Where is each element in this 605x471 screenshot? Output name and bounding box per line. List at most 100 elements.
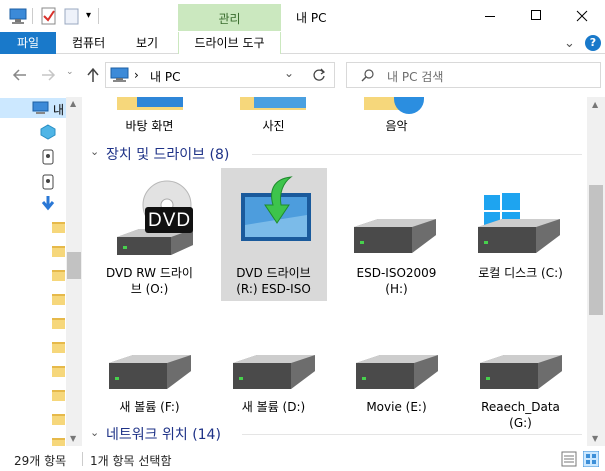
item-label: Reaech_Data (G:) <box>481 400 560 430</box>
folder-icon[interactable] <box>52 390 65 401</box>
drive-item-volume-d[interactable]: 새 볼륨 (D:) <box>221 315 326 415</box>
tab-manage[interactable]: 관리 <box>178 4 281 31</box>
nav-item-label: 내 <box>53 103 65 117</box>
item-label: 바탕 화면 <box>125 119 174 133</box>
address-separator[interactable]: › <box>134 68 139 82</box>
help-icon[interactable]: ? <box>585 35 601 51</box>
group-header-devices[interactable]: 장치 및 드라이브 (8) <box>106 144 229 164</box>
drive-item-local-disk-c[interactable]: 로컬 디스크 (C:) <box>468 175 573 301</box>
large-icons-view-icon[interactable] <box>583 451 599 467</box>
item-label: (R:) ESD-ISO <box>236 282 311 296</box>
minimize-icon <box>485 16 495 17</box>
folder-icon[interactable] <box>52 318 65 329</box>
folder-icon[interactable] <box>52 366 65 377</box>
drive-item-volume-f[interactable]: 새 볼륨 (F:) <box>97 315 202 415</box>
item-label: DVD 드라이브 <box>236 266 311 280</box>
hard-drive-icon <box>233 355 315 389</box>
drive-item-dvd-esd-iso[interactable]: DVD 드라이브 (R:) ESD-ISO <box>221 175 326 301</box>
collapse-group-icon[interactable]: ⌄ <box>90 145 99 158</box>
tab-view[interactable]: 보기 <box>126 32 168 54</box>
address-bar[interactable]: › 내 PC ⌄ <box>105 62 335 88</box>
maximize-icon <box>531 10 541 20</box>
navigation-pane: 내 ▲ ▼ <box>0 97 82 446</box>
computer-icon <box>110 67 129 82</box>
tab-computer[interactable]: 컴퓨터 <box>62 32 115 54</box>
item-label: 새 볼륨 (D:) <box>241 400 306 414</box>
close-icon <box>576 10 588 22</box>
divider <box>242 434 582 435</box>
new-folder-icon[interactable] <box>64 7 80 25</box>
expand-ribbon-icon[interactable]: ⌄ <box>564 36 575 51</box>
nav-scroll-thumb[interactable] <box>67 252 81 279</box>
computer-icon <box>32 101 49 114</box>
scroll-up-icon[interactable]: ▲ <box>592 100 598 109</box>
folder-icon[interactable] <box>52 270 65 281</box>
status-selected: 1개 항목 선택함 <box>90 454 172 468</box>
refresh-button[interactable] <box>304 62 335 88</box>
divider <box>32 8 33 24</box>
scroll-up-icon[interactable]: ▲ <box>70 99 76 108</box>
status-item-count: 29개 항목 <box>14 454 67 468</box>
item-label: (H:) <box>385 282 408 296</box>
folder-icon[interactable] <box>52 294 65 305</box>
divider <box>98 8 99 24</box>
collapse-group-icon[interactable]: ⌄ <box>90 426 99 439</box>
content-scroll-thumb[interactable] <box>589 185 603 315</box>
content-scrollbar[interactable]: ▲ ▼ <box>587 97 605 446</box>
explorer-window: ▾ 관리 내 PC 파일 컴퓨터 보기 드라이브 도구 ⌄ ? ⌄ › 내 PC… <box>0 0 605 471</box>
hard-drive-icon <box>480 355 562 389</box>
drive-item-movie-e[interactable]: Movie (E:) <box>344 315 449 415</box>
recent-locations-icon[interactable]: ⌄ <box>66 67 74 77</box>
drive-item-esd-iso2009[interactable]: ESD-ISO2009 (H:) <box>344 175 449 301</box>
folder-icon[interactable] <box>52 342 65 353</box>
address-path[interactable]: 내 PC <box>150 68 180 85</box>
title-bar: ▾ 관리 내 PC <box>0 0 605 32</box>
item-label: DVD RW 드라이 <box>106 266 193 280</box>
folder-icon[interactable] <box>52 246 65 257</box>
scroll-down-icon[interactable]: ▼ <box>592 434 598 443</box>
back-arrow-icon[interactable] <box>12 68 28 82</box>
desktop-folder-icon[interactable] <box>117 97 183 112</box>
folder-icon[interactable] <box>52 414 65 425</box>
item-label: Movie (E:) <box>366 400 427 414</box>
camera-device-icon[interactable] <box>40 173 56 191</box>
hard-drive-icon <box>354 219 436 253</box>
pictures-folder-icon[interactable] <box>240 97 306 112</box>
forward-arrow-icon[interactable] <box>40 68 56 82</box>
divider <box>252 154 582 155</box>
up-arrow-icon[interactable] <box>86 67 100 83</box>
ribbon-tabs: 파일 컴퓨터 보기 드라이브 도구 ⌄ ? <box>0 32 605 54</box>
folder-icon[interactable] <box>52 222 65 233</box>
close-button[interactable] <box>559 0 605 32</box>
drive-item-dvd-rw[interactable]: DVD DVD RW 드라이 브 (O:) <box>97 175 202 301</box>
details-view-icon[interactable] <box>561 451 577 467</box>
tab-file[interactable]: 파일 <box>0 32 56 54</box>
group-header-network[interactable]: 네트워크 위치 (14) <box>106 424 221 444</box>
item-label: 로컬 디스크 (C:) <box>478 266 563 280</box>
navigation-bar: ⌄ › 내 PC ⌄ 내 PC 검색 <box>0 55 605 97</box>
nav-item-this-pc[interactable]: 내 <box>0 98 66 118</box>
group-title: 장치 및 드라이브 <box>106 147 206 163</box>
minimize-button[interactable] <box>467 0 513 32</box>
content-pane: 바탕 화면 사진 음악 ⌄ 장치 및 드라이브 (8) DVD DVD RW 드… <box>82 97 587 446</box>
search-placeholder: 내 PC 검색 <box>387 70 444 84</box>
customize-quick-access-icon[interactable]: ▾ <box>86 10 91 21</box>
search-box[interactable]: 내 PC 검색 <box>346 62 601 88</box>
drive-item-reaech-data-g[interactable]: Reaech_Data (G:) <box>468 315 573 430</box>
tab-manage-label: 관리 <box>218 12 241 26</box>
3d-objects-icon[interactable] <box>40 124 56 140</box>
folder-icon[interactable] <box>52 438 65 446</box>
properties-icon[interactable] <box>40 7 58 25</box>
tab-drive-tools[interactable]: 드라이브 도구 <box>178 32 281 54</box>
maximize-button[interactable] <box>513 0 559 32</box>
refresh-icon <box>313 68 326 81</box>
scroll-down-icon[interactable]: ▼ <box>70 434 76 443</box>
windows-drive-icon <box>478 193 560 253</box>
downloads-icon[interactable] <box>40 195 56 211</box>
group-count: (8) <box>209 147 230 163</box>
address-dropdown-icon[interactable]: ⌄ <box>284 66 294 80</box>
divider <box>82 452 83 466</box>
nav-scrollbar[interactable]: ▲ ▼ <box>66 97 82 446</box>
camera-device-icon[interactable] <box>40 148 56 166</box>
music-folder-icon[interactable] <box>364 97 430 114</box>
